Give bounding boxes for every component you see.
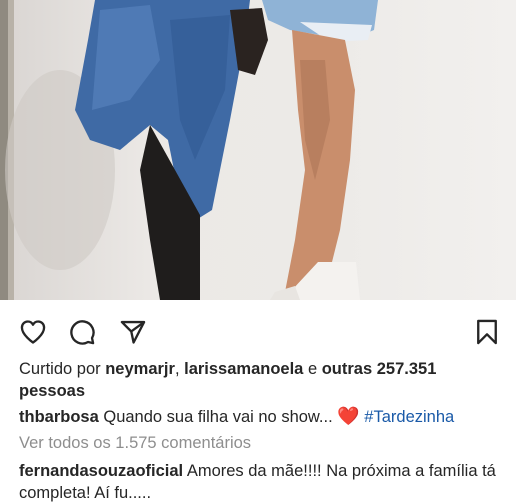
- post-photo-illustration: [0, 0, 378, 300]
- view-all-comments-link[interactable]: Ver todos os 1.575 comentários: [19, 432, 502, 454]
- caption-text: Quando sua filha vai no show...: [103, 408, 333, 426]
- comment-bubble-icon[interactable]: [67, 317, 97, 347]
- comment-item: fernandasouzaoficial Amores da mãe!!!! N…: [19, 460, 502, 504]
- like-heart-icon[interactable]: [18, 317, 48, 347]
- comment-username[interactable]: fernandasouzaoficial: [19, 462, 183, 480]
- likes-separator: ,: [174, 360, 185, 378]
- post-actions-bar: [0, 300, 516, 360]
- post-photo[interactable]: [0, 0, 516, 300]
- likes-conjunction: e: [303, 360, 322, 378]
- liker-username-2[interactable]: larissamanoela: [184, 360, 303, 378]
- likes-summary: Curtido por neymarjr, larissamanoela e o…: [19, 358, 502, 402]
- red-heart-emoji-icon: ❤️: [337, 406, 360, 426]
- likes-prefix: Curtido por: [19, 360, 106, 378]
- likes-others-count[interactable]: outras 257.351: [322, 360, 437, 378]
- likes-suffix[interactable]: pessoas: [19, 382, 85, 400]
- share-paper-plane-icon[interactable]: [118, 317, 148, 347]
- caption-hashtag[interactable]: #Tardezinha: [364, 408, 454, 426]
- liker-username-1[interactable]: neymarjr: [105, 360, 175, 378]
- caption-username[interactable]: thbarbosa: [19, 408, 99, 426]
- post-caption: thbarbosa Quando sua filha vai no show..…: [19, 405, 502, 428]
- save-bookmark-icon[interactable]: [472, 317, 502, 347]
